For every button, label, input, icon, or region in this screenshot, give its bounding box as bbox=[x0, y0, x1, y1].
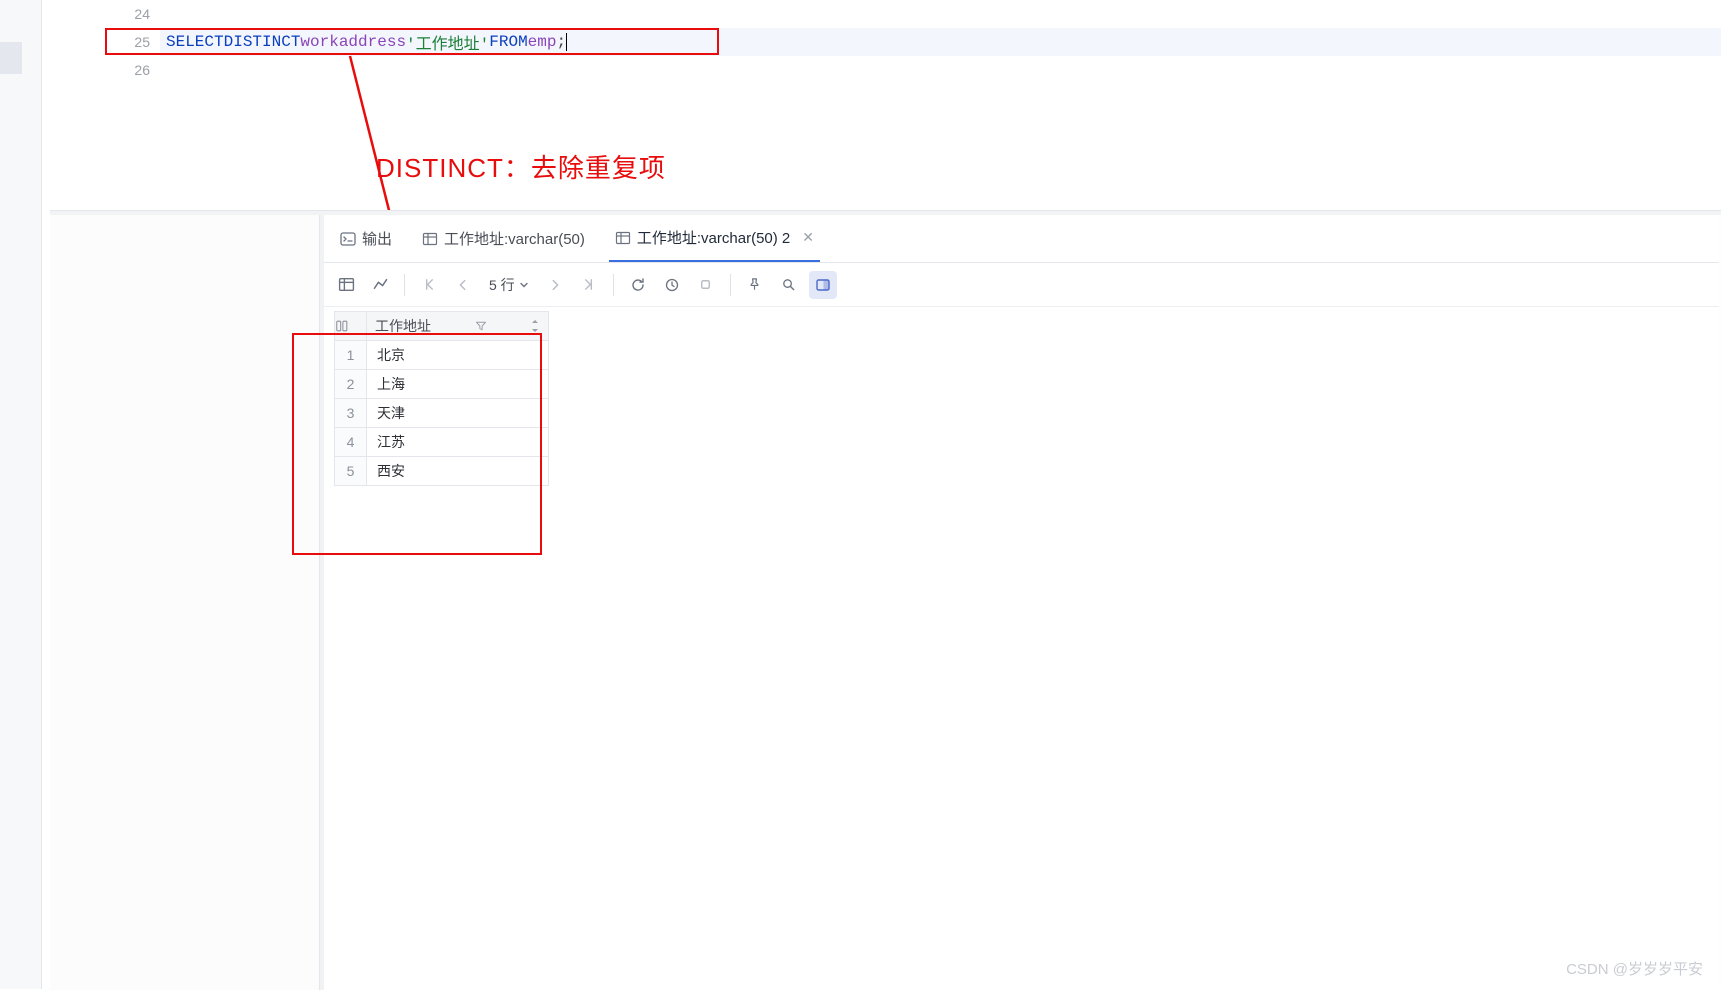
row-number: 4 bbox=[335, 428, 367, 457]
reload-icon[interactable] bbox=[624, 271, 652, 299]
results-left-gutter bbox=[50, 215, 320, 990]
code-line-25[interactable]: SELECT DISTINCT workaddress '工作地址' FROM … bbox=[160, 28, 1721, 56]
watermark: CSDN @岁岁岁平安 bbox=[1566, 958, 1703, 979]
line-number: 26 bbox=[134, 62, 150, 78]
next-page-icon[interactable] bbox=[541, 271, 569, 299]
cell-value[interactable]: 江苏 bbox=[367, 428, 549, 457]
rows-dropdown[interactable]: 5 行 bbox=[483, 275, 535, 295]
cell-value[interactable]: 上海 bbox=[367, 370, 549, 399]
result-tabs: 输出 工作地址:varchar(50) 工作地址:varchar(50) 2 ✕ bbox=[324, 215, 1719, 263]
kw-distinct: DISTINCT bbox=[224, 33, 301, 51]
table-row[interactable]: 4江苏 bbox=[335, 428, 549, 457]
prev-page-icon[interactable] bbox=[449, 271, 477, 299]
stop-icon[interactable] bbox=[692, 271, 720, 299]
tab-label: 工作地址:varchar(50) 2 bbox=[637, 227, 790, 248]
gutter-line-24[interactable]: 24 bbox=[50, 0, 160, 28]
row-number: 3 bbox=[335, 399, 367, 428]
cell-value[interactable]: 西安 bbox=[367, 457, 549, 486]
row-number: 5 bbox=[335, 457, 367, 486]
rows-label: 5 行 bbox=[489, 275, 515, 295]
cell-value[interactable]: 天津 bbox=[367, 399, 549, 428]
close-icon[interactable]: ✕ bbox=[802, 229, 814, 246]
editor-gutter: 24 25 ✔ 26 bbox=[50, 0, 160, 210]
table-icon bbox=[422, 231, 438, 247]
tab-result-2[interactable]: 工作地址:varchar(50) 2 ✕ bbox=[609, 216, 820, 262]
gutter-line-25[interactable]: 25 ✔ bbox=[50, 28, 160, 56]
table-row[interactable]: 2上海 bbox=[335, 370, 549, 399]
alias-str: '工作地址' bbox=[406, 30, 489, 54]
filter-icon[interactable] bbox=[475, 320, 487, 332]
search-icon[interactable] bbox=[775, 271, 803, 299]
code-line-24[interactable] bbox=[160, 0, 1721, 28]
row-select-header[interactable] bbox=[335, 312, 367, 341]
table-row[interactable]: 3天津 bbox=[335, 399, 549, 428]
table-row[interactable]: 5西安 bbox=[335, 457, 549, 486]
toolbar-separator bbox=[613, 274, 614, 296]
kw-from: FROM bbox=[489, 33, 527, 51]
column-header-workaddress[interactable]: 工作地址 bbox=[367, 312, 549, 341]
code-line-26[interactable] bbox=[160, 56, 1721, 84]
last-page-icon[interactable] bbox=[575, 271, 603, 299]
results-toolbar: 5 行 bbox=[324, 263, 1719, 307]
semicolon: ; bbox=[556, 33, 566, 51]
tab-result-1[interactable]: 工作地址:varchar(50) bbox=[416, 216, 591, 262]
col-workaddress: workaddress bbox=[300, 33, 406, 51]
row-number: 2 bbox=[335, 370, 367, 399]
table-emp: emp bbox=[528, 33, 557, 51]
column-name: 工作地址 bbox=[375, 316, 431, 336]
row-number: 1 bbox=[335, 341, 367, 370]
kw-select: SELECT bbox=[166, 33, 224, 51]
editor-area: 24 25 ✔ 26 SELECT DISTINCT workaddress '… bbox=[50, 0, 1721, 210]
chevron-down-icon bbox=[519, 280, 529, 290]
view-table-icon[interactable] bbox=[332, 271, 360, 299]
columns-icon bbox=[335, 319, 349, 333]
toolbar-separator bbox=[404, 274, 405, 296]
annotation-text: DISTINCT：去除重复项 bbox=[376, 148, 666, 185]
console-icon bbox=[340, 231, 356, 247]
tab-label: 输出 bbox=[362, 228, 392, 249]
gutter-line-26[interactable]: 26 bbox=[50, 56, 160, 84]
first-page-icon[interactable] bbox=[415, 271, 443, 299]
history-icon[interactable] bbox=[658, 271, 686, 299]
line-number: 25 bbox=[134, 34, 150, 50]
view-chart-icon[interactable] bbox=[366, 271, 394, 299]
pin-icon[interactable] bbox=[741, 271, 769, 299]
layout-icon[interactable] bbox=[809, 271, 837, 299]
sort-icon[interactable] bbox=[530, 319, 540, 333]
line-number: 24 bbox=[134, 6, 150, 22]
results-main: 输出 工作地址:varchar(50) 工作地址:varchar(50) 2 ✕ bbox=[324, 215, 1719, 990]
table-row[interactable]: 1北京 bbox=[335, 341, 549, 370]
tab-output[interactable]: 输出 bbox=[334, 216, 398, 262]
toolbar-separator bbox=[730, 274, 731, 296]
table-icon bbox=[615, 230, 631, 246]
text-cursor bbox=[566, 33, 567, 51]
tab-label: 工作地址:varchar(50) bbox=[444, 228, 585, 249]
sidebar-selection-marker bbox=[0, 42, 22, 74]
result-grid[interactable]: 工作地址 1北京 2上海 bbox=[334, 311, 549, 486]
left-sidebar bbox=[0, 0, 42, 989]
result-grid-wrap: 工作地址 1北京 2上海 bbox=[324, 307, 1719, 486]
cell-value[interactable]: 北京 bbox=[367, 341, 549, 370]
results-panel: 输出 工作地址:varchar(50) 工作地址:varchar(50) 2 ✕ bbox=[50, 210, 1721, 989]
